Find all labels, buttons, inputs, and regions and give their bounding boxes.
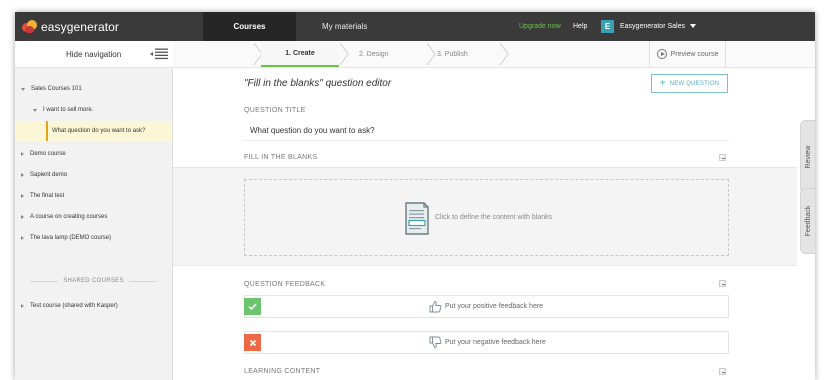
new-question-button[interactable]: + NEW QUESTION bbox=[651, 74, 728, 93]
user-menu[interactable]: E Easygenerator Sales bbox=[601, 19, 696, 33]
feedback-side-tab[interactable]: Feedback bbox=[800, 188, 815, 254]
selected-indicator bbox=[46, 121, 48, 141]
fill-in-the-blanks-label: FILL IN THE BLANKS bbox=[244, 154, 318, 161]
tree-item-label: The final test bbox=[30, 193, 65, 199]
app-window: easygenerator Courses My materials Upgra… bbox=[15, 12, 815, 380]
step-separator-icon bbox=[426, 43, 436, 65]
user-name: Easygenerator Sales bbox=[620, 22, 685, 30]
define-blanks-area[interactable]: Click to define the content with blanks bbox=[244, 179, 729, 256]
avatar: E bbox=[601, 19, 614, 33]
shared-courses-header: SHARED COURSES bbox=[15, 275, 172, 287]
review-tab-label: Review bbox=[805, 145, 812, 169]
divider bbox=[244, 140, 729, 141]
chevron-right-icon bbox=[21, 152, 24, 156]
sidebar-question-selected[interactable]: What question do you want to ask? bbox=[15, 121, 172, 141]
plus-icon: + bbox=[659, 77, 666, 89]
blanks-section: Click to define the content with blanks bbox=[173, 167, 797, 266]
list-collapse-icon bbox=[150, 48, 168, 60]
tab-publish[interactable]: 3. Publish bbox=[437, 41, 468, 67]
question-title-label: QUESTION TITLE bbox=[244, 107, 306, 114]
nav-courses[interactable]: Courses bbox=[203, 12, 296, 41]
document-blanks-icon bbox=[405, 202, 429, 235]
sidebar-section-sell-more[interactable]: I want to sell more. bbox=[15, 100, 172, 120]
sidebar-course-sapient[interactable]: Sapient demo bbox=[15, 165, 172, 185]
caret-down-icon bbox=[689, 24, 696, 28]
preview-course-label: Preview course bbox=[670, 50, 719, 58]
question-feedback-label: QUESTION FEEDBACK bbox=[244, 281, 326, 288]
chevron-right-icon bbox=[21, 215, 24, 219]
question-title-input[interactable]: What question do you want to ask? bbox=[250, 126, 375, 135]
logo-text: easygenerator bbox=[41, 19, 120, 34]
learning-content-label: LEARNING CONTENT bbox=[244, 368, 321, 375]
logo[interactable]: easygenerator bbox=[22, 18, 119, 35]
sidebar-course-lava-lamp[interactable]: The lava lamp (DEMO course) bbox=[15, 228, 172, 248]
nav-my-materials[interactable]: My materials bbox=[322, 12, 367, 41]
tree-item-label: Demo course bbox=[30, 151, 66, 157]
review-side-tab[interactable]: Review bbox=[800, 120, 815, 194]
sidebar-course-sales-courses-101[interactable]: Sales Courses 101 bbox=[15, 79, 172, 99]
tree-item-label: Sapient demo bbox=[30, 172, 68, 178]
thumbs-down-icon bbox=[429, 336, 442, 348]
collapse-learning-content-icon[interactable] bbox=[719, 368, 726, 375]
close-icon bbox=[244, 334, 261, 351]
sidebar-course-demo[interactable]: Demo course bbox=[15, 144, 172, 164]
sidebar: Hide navigation Sales Courses 101 I want… bbox=[15, 41, 173, 380]
chevron-down-icon bbox=[21, 87, 25, 91]
check-icon bbox=[244, 298, 261, 315]
help-link[interactable]: Help bbox=[573, 12, 587, 41]
collapse-feedback-icon[interactable] bbox=[719, 280, 726, 287]
positive-feedback-placeholder: Put your positive feedback here bbox=[445, 303, 544, 310]
collapse-blanks-icon[interactable] bbox=[719, 154, 726, 161]
tree-item-label: The lava lamp (DEMO course) bbox=[30, 235, 112, 241]
chevron-right-icon bbox=[21, 236, 24, 240]
negative-feedback-placeholder: Put your negative feedback here bbox=[445, 339, 546, 346]
preview-course-button[interactable]: Preview course bbox=[649, 41, 726, 67]
tree-item-label: A course on creating courses bbox=[30, 214, 108, 220]
tab-create[interactable]: 1. Create bbox=[261, 41, 339, 67]
chevron-right-icon bbox=[21, 304, 24, 308]
hide-navigation-label: Hide navigation bbox=[66, 50, 122, 59]
hide-navigation-button[interactable]: Hide navigation bbox=[15, 41, 173, 68]
chevron-down-icon bbox=[33, 108, 37, 112]
sidebar-course-final-test[interactable]: The final test bbox=[15, 186, 172, 206]
upgrade-link[interactable]: Upgrade now bbox=[519, 12, 561, 41]
step-separator-icon bbox=[499, 43, 509, 65]
top-bar: easygenerator Courses My materials Upgra… bbox=[15, 12, 815, 41]
sidebar-course-creating-courses[interactable]: A course on creating courses bbox=[15, 207, 172, 227]
blanks-placeholder: Click to define the content with blanks bbox=[435, 214, 553, 221]
feedback-tab-label: Feedback bbox=[805, 205, 812, 237]
new-question-label: NEW QUESTION bbox=[669, 80, 720, 87]
course-steps-bar: 1. Create 2. Design 3. Publish Preview c… bbox=[173, 41, 815, 68]
tree-item-label: Test course (shared with Kasper) bbox=[30, 303, 118, 309]
tree-item-label: I want to sell more. bbox=[43, 107, 94, 113]
easygenerator-logo-icon bbox=[22, 20, 37, 33]
chevron-right-icon bbox=[21, 173, 24, 177]
question-editor: "Fill in the blanks" question editor + N… bbox=[173, 68, 797, 380]
play-circle-icon bbox=[656, 49, 667, 59]
sidebar-shared-course-test[interactable]: Test course (shared with Kasper) bbox=[15, 296, 172, 316]
chevron-right-icon bbox=[21, 194, 24, 198]
page-title: "Fill in the blanks" question editor bbox=[244, 78, 392, 89]
negative-feedback-field[interactable]: Put your negative feedback here bbox=[244, 331, 729, 354]
tree-item-label: Sales Courses 101 bbox=[31, 86, 82, 92]
tree-item-label: What question do you want to ask? bbox=[52, 128, 146, 134]
positive-feedback-field[interactable]: Put your positive feedback here bbox=[244, 295, 729, 318]
thumbs-up-icon bbox=[429, 301, 442, 313]
step-separator-icon bbox=[339, 43, 349, 65]
tab-design[interactable]: 2. Design bbox=[359, 41, 389, 67]
